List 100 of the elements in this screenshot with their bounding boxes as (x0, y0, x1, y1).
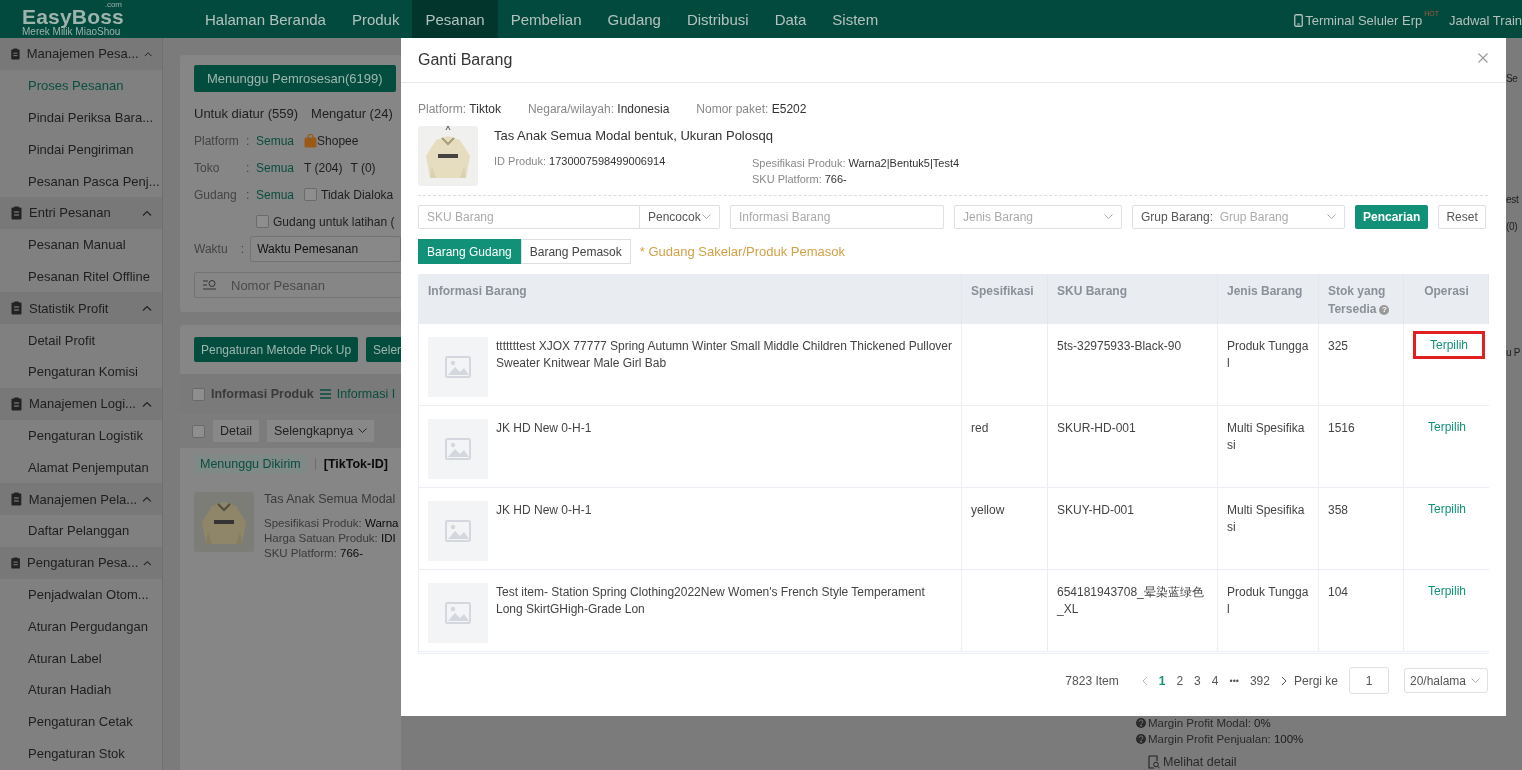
next-page-icon[interactable] (1280, 675, 1287, 686)
table-cell-text: Multi Spesifikasi (1227, 420, 1306, 454)
product-field: SKU Platform: 766- (264, 546, 399, 561)
item-info-input[interactable]: Informasi Barang (730, 205, 944, 229)
sku-input[interactable]: SKU Barang (418, 205, 640, 229)
match-select[interactable]: Pencocok (640, 205, 720, 229)
previous-page-icon[interactable] (1141, 675, 1148, 686)
sidebar-item[interactable]: Aturan Pergudangan (0, 610, 162, 643)
sidebar-group-header[interactable]: Manajemen Pela... (0, 483, 162, 515)
item-name: JK HD New 0-H-1 (496, 420, 592, 437)
nav-tab[interactable]: Halaman Beranda (192, 0, 339, 38)
product-field: Spesifikasi Produk: Warna (264, 516, 399, 531)
sidebar-item[interactable]: Daftar Pelanggan (0, 514, 162, 547)
profit-line: Margin Profit Penjualan: 100% (1136, 731, 1506, 747)
table-cell: yellow (971, 503, 1005, 517)
select-link[interactable]: Terpilih (1417, 495, 1477, 523)
nav-tab[interactable]: Distribusi (673, 0, 762, 38)
colon: : (246, 160, 251, 175)
view-detail-link[interactable]: Melihat detail (1163, 755, 1237, 769)
sidebar-item[interactable]: Detail Profit (0, 324, 162, 356)
page-number[interactable]: 1 (1158, 673, 1166, 688)
checkbox[interactable] (192, 424, 205, 438)
sidebar-item[interactable]: Pindai Pengiriman (0, 133, 162, 166)
filter-option[interactable]: T (204) (304, 160, 343, 175)
sidebar-item[interactable]: Aturan Hadiah (0, 673, 162, 706)
nav-tab[interactable]: Gudang (594, 0, 674, 38)
image-placeholder-icon (428, 583, 488, 643)
select-link[interactable]: Terpilih (1417, 413, 1477, 441)
sidebar-item[interactable]: Aturan Label (0, 642, 162, 674)
nav-tab[interactable]: Pesanan (412, 0, 498, 38)
info-field: Platform: Tiktok (418, 102, 501, 116)
logo-tagline: Merek Milik MiaoShou (22, 26, 121, 37)
reset-button[interactable]: Reset (1438, 205, 1486, 229)
image-placeholder-icon (428, 501, 488, 561)
source-tab[interactable]: Barang Gudang (418, 239, 521, 264)
checkbox[interactable] (192, 387, 205, 401)
search-icon (203, 279, 217, 291)
sidebar-group-header[interactable]: Entri Pesanan (0, 197, 162, 229)
page-number[interactable]: 2 (1176, 673, 1184, 688)
sidebar-group-header[interactable]: Statistik Profit (0, 292, 162, 325)
dialog-title: Ganti Barang (418, 51, 513, 69)
filter-option[interactable]: Semua (256, 133, 295, 148)
sidebar-item[interactable]: Proses Pesanan (0, 69, 162, 102)
item-group-select[interactable]: Grup Barang: Grup Barang (1132, 205, 1345, 229)
sidebar-item[interactable]: Pindai Periksa Bara... (0, 101, 162, 134)
nav-tab[interactable]: Data (761, 0, 820, 38)
mobile-terminal-link[interactable]: Terminal Seluler Erp (1305, 12, 1423, 28)
close-icon[interactable] (1478, 53, 1488, 63)
sidebar-item[interactable]: Pengaturan Logistik (0, 419, 162, 452)
page-input[interactable]: 1 (1349, 667, 1389, 694)
sidebar-item[interactable]: Pengaturan Komisi (0, 355, 162, 388)
search-button[interactable]: Pencarian (1355, 205, 1429, 229)
column-heading: Informasi Produk (211, 387, 314, 401)
action-button[interactable]: Pengaturan Metode Pick Up (194, 337, 359, 362)
select-link[interactable]: Terpilih (1417, 577, 1477, 605)
sidebar-item[interactable]: Pengaturan Stok (0, 737, 162, 770)
select-link[interactable]: Terpilih (1413, 331, 1485, 359)
filter-option[interactable]: T (0) (350, 160, 376, 175)
source-tab[interactable]: Barang Pemasok (520, 239, 631, 264)
sidebar-item[interactable]: Pengaturan Cetak (0, 705, 162, 738)
sidebar-item[interactable]: Pesanan Manual (0, 228, 162, 261)
training-schedule-link[interactable]: Jadwal Train (1449, 12, 1522, 28)
page-number[interactable]: 3 (1194, 673, 1201, 688)
checkbox-label: Tidak Dialoka (321, 187, 394, 202)
item-name: tttttttest XJOX 77777 Spring Autumn Winter Small Middle Children Thickened Pullover Sweater Knitwear Male Girl Bab (496, 338, 953, 372)
sidebar-item[interactable]: Alamat Penjemputan (0, 451, 162, 484)
colon: : (246, 133, 251, 148)
sidebar-group-header[interactable]: Manajemen Logi... (0, 387, 162, 420)
sub-tab[interactable]: Untuk diatur (559) (194, 106, 299, 121)
sub-tab[interactable]: Mengatur (24) (311, 106, 393, 121)
menu-group-icon (10, 396, 24, 411)
nav-tab[interactable]: Pembelian (497, 0, 595, 38)
detail-button[interactable]: Detail (213, 420, 259, 442)
page-number[interactable]: 4 (1211, 673, 1219, 688)
sidebar-item[interactable]: Pesanan Pasca Penj... (0, 165, 162, 197)
nav-tab[interactable]: Sistem (819, 0, 892, 38)
filter-option[interactable]: Semua (256, 187, 295, 202)
checkbox[interactable] (256, 215, 269, 228)
filter-option[interactable]: Semua (256, 160, 295, 175)
page-size-select[interactable]: 20/halama (1404, 668, 1488, 693)
table-cell: 5ts-32975933-Black-90 (1057, 339, 1182, 353)
info-link[interactable]: Informasi I (336, 387, 396, 401)
background-text: (0) (1506, 220, 1518, 234)
checkbox[interactable] (304, 188, 318, 201)
nav-tab[interactable]: Produk (338, 0, 413, 38)
background-text: Se (1506, 72, 1518, 86)
time-select[interactable]: Waktu Pemesanan (250, 235, 401, 262)
more-pages[interactable]: ••• (1229, 675, 1239, 686)
more-dropdown[interactable]: Selengkapnya (266, 420, 375, 442)
page-number[interactable]: 392 (1249, 673, 1270, 688)
sidebar-item[interactable]: Penjadwalan Otom... (0, 578, 162, 611)
filter-option[interactable]: Shopee (317, 133, 359, 148)
status-tab[interactable]: Menunggu Pemrosesan(6199) (194, 65, 396, 92)
sidebar-group-header[interactable]: Pengaturan Pesa... (0, 546, 162, 579)
table-cell: SKUY-HD-001 (1057, 503, 1134, 517)
sidebar-item[interactable]: Pesanan Ritel Offline (0, 260, 162, 293)
menu-group-icon (10, 492, 24, 507)
help-icon: ? (1379, 304, 1390, 315)
sidebar-group-header[interactable]: Manajemen Pesa... (0, 38, 162, 70)
item-type-select[interactable]: Jenis Barang (954, 205, 1122, 229)
